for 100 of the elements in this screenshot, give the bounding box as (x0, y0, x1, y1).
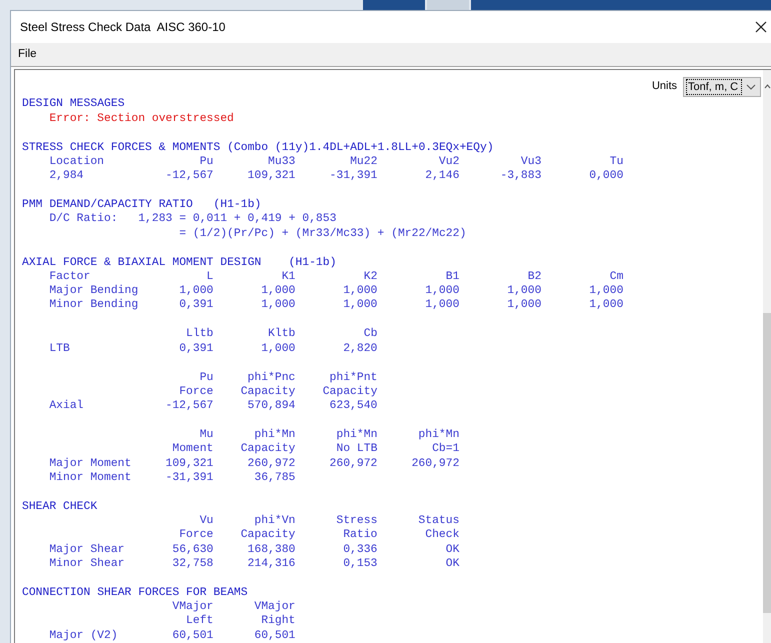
table-cell: 1,000 (507, 284, 542, 298)
table-cell: 60,501 (254, 628, 296, 643)
table-cell: Cb (364, 327, 378, 342)
table-cell: phi*Mn (418, 428, 460, 442)
table-cell: Ratio (343, 528, 378, 543)
table-cell: 214,316 (248, 556, 296, 572)
table-cell: 109,321 (166, 456, 214, 471)
table-cell: Vu3 (520, 154, 542, 170)
table-cell: 260,972 (248, 456, 296, 471)
units-dropdown[interactable]: Tonf, m, C (683, 76, 761, 97)
table-cell: Vu2 (438, 154, 460, 170)
table-cell: 56,630 (172, 542, 214, 557)
table-cell: 0,153 (343, 556, 378, 572)
row-label: Minor Bending (49, 299, 138, 312)
section-heading: CONNECTION SHEAR FORCES FOR BEAMS (22, 586, 248, 599)
table-cell: 0,391 (179, 342, 214, 356)
table-cell: -31,391 (330, 169, 378, 184)
table-cell: No LTB (336, 442, 378, 457)
section-heading: PMM DEMAND/CAPACITY RATIO (H1-1b) (22, 199, 262, 212)
table-cell: Kltb (268, 327, 296, 342)
table-cell: 1,000 (179, 284, 214, 298)
window-title: Steel Stress Check Data AISC 360-10 (20, 19, 226, 36)
table-cell: Force (179, 528, 214, 543)
chevron-down-icon (746, 84, 756, 90)
table-cell: 60,501 (172, 628, 214, 643)
table-cell: Tu (610, 154, 624, 170)
table-cell: VMajor (254, 600, 296, 614)
table-cell: 2,820 (343, 342, 378, 356)
units-label: Units (652, 79, 677, 94)
table-cell: Capacity (240, 384, 296, 400)
table-cell: 1,000 (425, 284, 460, 298)
table-cell: 1,000 (589, 298, 624, 313)
section-heading: SHEAR CHECK (22, 500, 98, 513)
table-cell: Force (179, 384, 214, 400)
table-cell: L (206, 270, 214, 284)
table-cell: Vu (200, 514, 214, 528)
close-icon (755, 21, 767, 33)
table-cell: phi*Mn (336, 428, 378, 442)
row-label: Major Shear (49, 544, 125, 556)
table-cell: Left (186, 614, 214, 629)
table-cell: B1 (446, 270, 460, 284)
table-cell: Capacity (240, 442, 296, 457)
table-cell: Status (418, 514, 460, 528)
ratio-text: D/C Ratio: 1,283 = 0,011 + 0,419 + 0,853 (49, 213, 336, 226)
table-cell: 570,894 (248, 399, 296, 414)
table-cell: 1,000 (343, 284, 378, 298)
row-label: Minor Moment (49, 472, 132, 484)
table-cell: Mu33 (268, 154, 296, 170)
scrollbar-thumb[interactable] (763, 313, 771, 613)
row-label: 2,984 (49, 170, 84, 182)
table-cell: Capacity (322, 384, 378, 400)
row-label: Factor (49, 270, 90, 283)
table-cell: 0,391 (179, 298, 214, 313)
table-cell: 1,000 (261, 298, 296, 313)
row-label: Major Moment (49, 458, 132, 470)
table-cell: Pu (200, 154, 214, 170)
row-label: Minor Shear (49, 558, 125, 570)
table-cell: 623,540 (330, 399, 378, 414)
table-cell: phi*Pnt (330, 370, 378, 385)
table-cell: 1,000 (589, 284, 624, 298)
table-cell: OK (446, 556, 460, 572)
table-cell: K1 (282, 270, 296, 284)
table-cell: B2 (528, 270, 542, 284)
section-heading: STRESS CHECK FORCES & MOMENTS (Combo (11y)1.4DL+ADL+1.8LL+0.3EQx+EQy) (22, 142, 494, 154)
table-cell: 36,785 (254, 470, 296, 486)
background-panel (427, 0, 469, 10)
table-cell: 1,000 (425, 298, 460, 313)
table-cell: phi*Mn (254, 428, 296, 442)
table-cell: OK (446, 542, 460, 557)
table-cell: 260,972 (412, 456, 460, 471)
row-label: LTB (49, 342, 70, 355)
background-panel (363, 0, 425, 10)
table-cell: Cm (610, 270, 624, 284)
table-cell: -3,883 (500, 169, 542, 184)
table-cell: Capacity (240, 528, 296, 543)
error-message: Error: Section overstressed (49, 112, 234, 125)
table-cell: -12,567 (166, 399, 214, 414)
table-cell: 1,000 (343, 298, 378, 313)
section-heading: AXIAL FORCE & BIAXIAL MOMENT DESIGN (H1-1b) (22, 256, 336, 269)
table-cell: 2,146 (425, 169, 460, 184)
table-cell: 1,000 (261, 284, 296, 298)
table-cell: 0,000 (589, 169, 624, 184)
table-cell: Stress (336, 514, 378, 528)
table-cell: -12,567 (166, 169, 214, 184)
table-cell: phi*Vn (254, 514, 296, 528)
table-cell: -31,391 (166, 470, 214, 486)
table-cell: Mu22 (350, 154, 378, 170)
table-cell: K2 (364, 270, 378, 284)
table-cell: 0,336 (343, 542, 378, 557)
table-cell: Mu (200, 428, 214, 442)
table-cell: 260,972 (330, 456, 378, 471)
menu-item[interactable]: File (14, 46, 41, 64)
scrollbar[interactable] (763, 70, 771, 643)
ratio-formula: = (1/2)(Pr/Pc) + (Mr33/Mc33) + (Mr22/Mc22) (179, 228, 466, 240)
table-cell: 1,000 (261, 342, 296, 356)
table-cell: 1,000 (507, 298, 542, 313)
row-label: Location (49, 156, 104, 168)
table-cell: Cb=1 (432, 442, 460, 457)
table-cell: VMajor (172, 600, 214, 614)
table-cell: Moment (172, 442, 214, 457)
